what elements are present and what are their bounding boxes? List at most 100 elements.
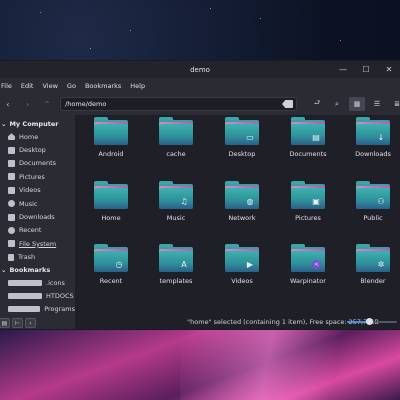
sidebar: ⌄ My Computer Home Desktop Documents Pic…	[0, 115, 75, 329]
folder-label: Pictures	[295, 214, 321, 222]
sidebar-item-documents[interactable]: Documents	[0, 157, 75, 170]
zoom-knob[interactable]	[366, 318, 373, 325]
sidebar-item-htdocs[interactable]: HTDOCS	[0, 289, 75, 302]
folder-label: Android	[98, 150, 124, 158]
folder-label: Home	[101, 214, 121, 222]
sidebar-item-label: File System	[19, 239, 57, 248]
maximize-icon[interactable]: ☐	[360, 63, 372, 75]
recent-icon	[8, 226, 15, 234]
folder-icon: A	[159, 244, 193, 272]
sidebar-item-trash[interactable]: Trash	[0, 251, 75, 264]
downloads-icon	[8, 213, 15, 221]
menubar: File Edit View Go Bookmarks Help	[0, 78, 400, 93]
list-view-icon[interactable]: ☰	[369, 97, 385, 111]
places-toggle-icon[interactable]: ▤	[0, 318, 10, 328]
folder-label: Music	[166, 214, 186, 222]
hide-sidebar-icon[interactable]: ‹	[25, 318, 36, 328]
folder-tile[interactable]: Android	[81, 117, 141, 177]
file-manager-window: demo — ☐ ✕ File Edit View Go Bookmarks H…	[0, 60, 400, 330]
folder-icon	[94, 117, 128, 145]
clear-location-icon[interactable]	[282, 100, 294, 108]
sidebar-item-music[interactable]: Music	[0, 197, 75, 210]
close-icon[interactable]: ✕	[383, 63, 395, 75]
location-bar[interactable]: /home/demo	[60, 97, 298, 111]
sidebar-item-label: Home	[19, 132, 39, 141]
sidebar-heading-my-computer[interactable]: ⌄ My Computer	[0, 118, 75, 130]
folder-label: Blender	[360, 277, 386, 285]
folder-label: Network	[228, 214, 256, 222]
folder-tile[interactable]: ▤ Documents	[278, 117, 338, 177]
folder-icon: ▭	[225, 117, 259, 145]
sidebar-item-label: .icons	[46, 278, 65, 287]
sidebar-item-downloads[interactable]: Downloads	[0, 210, 75, 223]
back-icon[interactable]: ‹	[1, 97, 15, 111]
folder-label: Downloads	[355, 150, 391, 158]
menu-edit[interactable]: Edit	[21, 82, 34, 90]
icon-view-icon[interactable]: ▦	[349, 97, 366, 111]
folder-tile[interactable]: Home	[81, 181, 141, 241]
folder-emblem-icon: ♫	[180, 196, 188, 206]
folder-tile[interactable]: < Warpinator	[278, 244, 338, 304]
menu-bookmarks[interactable]: Bookmarks	[85, 82, 121, 90]
collapse-icon: ⌄	[1, 265, 7, 274]
sidebar-item-recent[interactable]: Recent	[0, 224, 75, 237]
folder-tile[interactable]: ◍ Network	[212, 181, 272, 241]
folder-tile[interactable]: ⚇ Public	[343, 181, 400, 241]
toolbar-right: ⮐ ⌕ ▦ ☰ ≣	[309, 97, 400, 111]
folder-icon	[159, 117, 193, 145]
folder-emblem-icon: A	[181, 259, 187, 269]
file-view: Android cache ▭ Desktop ▤ Documents ↓ Downloads…	[75, 115, 400, 329]
folder-tile[interactable]: ↓ Downloads	[343, 117, 400, 177]
folder-emblem-icon: ▭	[246, 132, 254, 142]
star	[210, 8, 211, 9]
window-titlebar[interactable]: demo — ☐ ✕	[0, 61, 400, 78]
star	[130, 30, 131, 31]
folder-label: Videos	[231, 277, 253, 285]
sidebar-item-programs[interactable]: Programs	[0, 303, 75, 316]
forward-icon[interactable]: ›	[21, 97, 35, 111]
location-path: /home/demo	[65, 100, 107, 108]
tree-toggle-icon[interactable]: ⊢	[12, 318, 23, 328]
menu-help[interactable]: Help	[130, 82, 145, 90]
minimize-icon[interactable]: —	[337, 63, 349, 75]
folder-emblem-icon: ↓	[377, 132, 385, 142]
folder-label: Desktop	[228, 150, 256, 158]
folder-label: Recent	[99, 277, 123, 285]
window-title: demo	[190, 65, 210, 74]
collapse-icon: ⌄	[1, 120, 7, 128]
home-icon	[8, 133, 15, 141]
sidebar-item-filesystem[interactable]: File System	[0, 237, 75, 250]
zoom-slider[interactable]	[347, 318, 397, 325]
folder-tile[interactable]: cache	[146, 117, 206, 177]
search-icon[interactable]: ⌕	[329, 97, 345, 111]
folder-emblem-icon: ⚇	[377, 196, 385, 206]
menu-view[interactable]: View	[42, 82, 57, 90]
star	[340, 40, 341, 41]
sidebar-item-label: Desktop	[19, 146, 46, 155]
sidebar-heading-bookmarks[interactable]: ⌄ Bookmarks	[0, 264, 75, 276]
sidebar-item-icons[interactable]: .icons	[0, 276, 75, 289]
menu-go[interactable]: Go	[67, 82, 76, 90]
sidebar-item-home[interactable]: Home	[0, 130, 75, 143]
folder-icon: ♫	[159, 181, 193, 209]
folder-emblem-icon: <	[312, 260, 321, 269]
sidebar-item-label: HTDOCS	[46, 291, 74, 300]
folder-label: templates	[159, 277, 193, 285]
folder-tile[interactable]: ▣ Pictures	[278, 181, 338, 241]
menu-file[interactable]: File	[1, 82, 12, 90]
folder-tile[interactable]: ◷ Recent	[81, 244, 141, 304]
up-icon[interactable]: ⌃	[40, 97, 54, 111]
folder-tile[interactable]: ✲ Blender	[343, 244, 400, 304]
statusbar: "home" selected (containing 1 item), Fre…	[161, 315, 400, 329]
music-icon	[8, 200, 15, 208]
toggle-location-icon[interactable]: ⮐	[309, 97, 325, 111]
sidebar-item-videos[interactable]: Videos	[0, 184, 75, 197]
compact-view-icon[interactable]: ≣	[389, 97, 400, 111]
sidebar-heading-label: My Computer	[9, 120, 59, 128]
folder-tile[interactable]: ▭ Desktop	[212, 117, 272, 177]
sidebar-item-pictures[interactable]: Pictures	[0, 170, 75, 183]
folder-tile[interactable]: Atemplates	[146, 244, 206, 304]
sidebar-item-desktop[interactable]: Desktop	[0, 143, 75, 156]
folder-tile[interactable]: ♫ Music	[146, 181, 206, 241]
folder-tile[interactable]: ▶ Videos	[212, 244, 272, 304]
